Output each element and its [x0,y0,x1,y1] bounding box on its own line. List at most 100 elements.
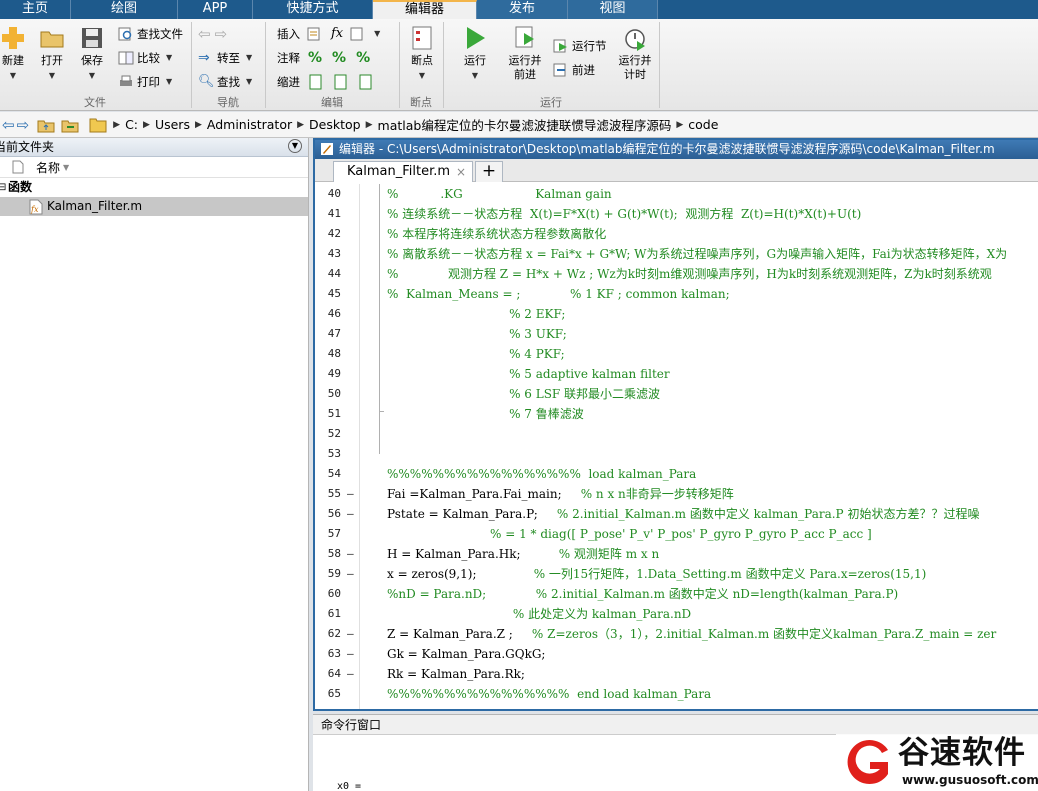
line-number[interactable]: 49 [315,364,341,384]
code-line[interactable]: 43 % 离散系统－－状态方程 x = Fai*x + G*W; W为系统过程噪声… [315,244,1038,264]
executable-line-marker[interactable]: – [347,484,357,504]
tab-publish[interactable]: 发布 [477,0,568,19]
advance-button[interactable]: 前进 [553,60,595,80]
line-number[interactable]: 55 [315,484,341,504]
indent-button[interactable]: 缩进 [277,72,377,92]
line-number[interactable]: 58 [315,544,341,564]
code-line[interactable]: 59– x = zeros(9,1); % 一列15行矩阵，1.Data_Sett… [315,564,1038,584]
code-line[interactable]: 53 [315,444,1038,464]
code-line[interactable]: 54 %%%%%%%%%%%%%%%%% load kalman_Para [315,464,1038,484]
path-segment[interactable]: code [688,117,718,132]
line-number[interactable]: 48 [315,344,341,364]
close-tab-icon[interactable]: × [456,162,466,182]
file-list-item[interactable]: fx Kalman_Filter.m [0,197,308,216]
breakpoints-button[interactable]: 断点 ▼ [405,25,439,83]
goto-button[interactable]: ⇒ 转至 ▼ [198,48,252,68]
code-line[interactable]: 57 % = 1 * diag([ P_pose' P_v' P_pos' P_… [315,524,1038,544]
run-and-advance-button[interactable]: 运行并 前进 [505,25,545,82]
line-number[interactable]: 44 [315,264,341,284]
line-number[interactable]: 64 [315,664,341,684]
executable-line-marker[interactable]: – [347,544,357,564]
new-tab-button[interactable]: + [475,161,503,182]
path-segment[interactable]: Desktop [309,117,361,132]
tab-apps[interactable]: APP [178,0,253,19]
line-number[interactable]: 43 [315,244,341,264]
code-line[interactable]: 62– Z = Kalman_Para.Z ; % Z=zeros（3，1），2.… [315,624,1038,644]
code-line[interactable]: 40 % .KG Kalman gain [315,184,1038,204]
code-line[interactable]: 55– Fai =Kalman_Para.Fai_main; % n x n非奇异… [315,484,1038,504]
tree-group-functions[interactable]: ⊟ 函数 [0,178,308,197]
new-button[interactable]: 新建 ▼ [0,25,26,83]
fx-icon[interactable]: fx [331,24,343,44]
code-line[interactable]: 51 % 7 鲁棒滤波 [315,404,1038,424]
line-number[interactable]: 54 [315,464,341,484]
executable-line-marker[interactable]: – [347,644,357,664]
line-number[interactable]: 52 [315,424,341,444]
line-number[interactable]: 61 [315,604,341,624]
code-line[interactable]: 65 %%%%%%%%%%%%%%%% end load kalman_Para [315,684,1038,704]
executable-line-marker[interactable]: – [347,664,357,684]
line-number[interactable]: 45 [315,284,341,304]
comment-button[interactable]: 注释 % % % [277,48,370,68]
line-number[interactable]: 47 [315,324,341,344]
line-number[interactable]: 42 [315,224,341,244]
code-line[interactable]: 64– Rk = Kalman_Para.Rk; [315,664,1038,684]
print-button[interactable]: 打印 ▼ [118,72,172,92]
code-line[interactable]: 47 % 3 UKF; [315,324,1038,344]
collapse-icon[interactable]: ⊟ [0,178,8,197]
line-number[interactable]: 57 [315,524,341,544]
code-line[interactable]: 41 % 连续系统－－状态方程 X(t)=F*X(t) + G(t)*W(t); … [315,204,1038,224]
line-number[interactable]: 50 [315,384,341,404]
line-number[interactable]: 41 [315,204,341,224]
code-line[interactable]: 49 % 5 adaptive kalman filter [315,364,1038,384]
code-line[interactable]: 46 % 2 EKF; [315,304,1038,324]
browse-folder-icon[interactable] [61,117,79,133]
code-line[interactable]: 42 % 本程序将连续系统状态方程参数离散化 [315,224,1038,244]
line-number[interactable]: 51 [315,404,341,424]
line-number[interactable]: 59 [315,564,341,584]
save-button[interactable]: 保存 ▼ [78,25,106,83]
forward-arrow-icon[interactable]: ⇨ [17,116,30,134]
line-number[interactable]: 62 [315,624,341,644]
tab-editor[interactable]: 编辑器 [373,0,477,19]
code-line[interactable]: 48 % 4 PKF; [315,344,1038,364]
path-segment[interactable]: Administrator [207,117,292,132]
open-button[interactable]: 打开 ▼ [38,25,66,83]
executable-line-marker[interactable]: – [347,624,357,644]
run-section-button[interactable]: 运行节 [553,36,607,56]
path-segment[interactable]: matlab编程定位的卡尔曼滤波捷联惯导滤波程序源码 [378,115,672,134]
insert-button[interactable]: 插入 fx ▼ [277,24,380,44]
run-button[interactable]: 运行 ▼ [458,25,492,83]
file-tab-kalman-filter[interactable]: Kalman_Filter.m × [333,161,473,182]
compare-button[interactable]: 比较 ▼ [118,48,172,68]
find-files-button[interactable]: 查找文件 [118,24,183,44]
executable-line-marker[interactable]: – [347,504,357,524]
tab-view[interactable]: 视图 [568,0,658,19]
path-segment[interactable]: C: [125,117,138,132]
tab-plots[interactable]: 绘图 [71,0,178,19]
back-forward-buttons[interactable]: ⇦ ⇨ [198,24,227,44]
executable-line-marker[interactable]: – [347,564,357,584]
line-number[interactable]: 63 [315,644,341,664]
code-line[interactable]: 60 %nD = Para.nD; % 2.initial_Kalman.m 函数… [315,584,1038,604]
code-line[interactable]: 52 [315,424,1038,444]
line-number[interactable]: 53 [315,444,341,464]
code-line[interactable]: 44 % 观测方程 Z = H*x + Wz ; Wz为k时刻m维观测噪声序列，H… [315,264,1038,284]
line-number[interactable]: 40 [315,184,341,204]
tab-shortcuts[interactable]: 快捷方式 [253,0,373,19]
line-number[interactable]: 65 [315,684,341,704]
up-folder-icon[interactable] [37,117,55,133]
name-column-header[interactable]: 名称 ▼ [0,157,308,178]
code-line[interactable]: 50 % 6 LSF 联邦最小二乘滤波 [315,384,1038,404]
panel-menu-icon[interactable]: ▼ [288,139,302,153]
find-button[interactable]: 🔍︎ 查找 ▼ [198,72,252,92]
run-and-time-button[interactable]: 运行并 计时 [614,25,656,82]
code-line[interactable]: 45 % Kalman_Means = ; % 1 KF ; common kal… [315,284,1038,304]
tab-home[interactable]: 主页 [0,0,71,19]
code-line[interactable]: 56– Pstate = Kalman_Para.P; % 2.initial_K… [315,504,1038,524]
line-number[interactable]: 60 [315,584,341,604]
code-line[interactable]: 61 % 此处定义为 kalman_Para.nD [315,604,1038,624]
line-number[interactable]: 56 [315,504,341,524]
back-arrow-icon[interactable]: ⇦ [2,116,15,134]
code-line[interactable]: 58– H = Kalman_Para.Hk; % 观测矩阵 m x n [315,544,1038,564]
